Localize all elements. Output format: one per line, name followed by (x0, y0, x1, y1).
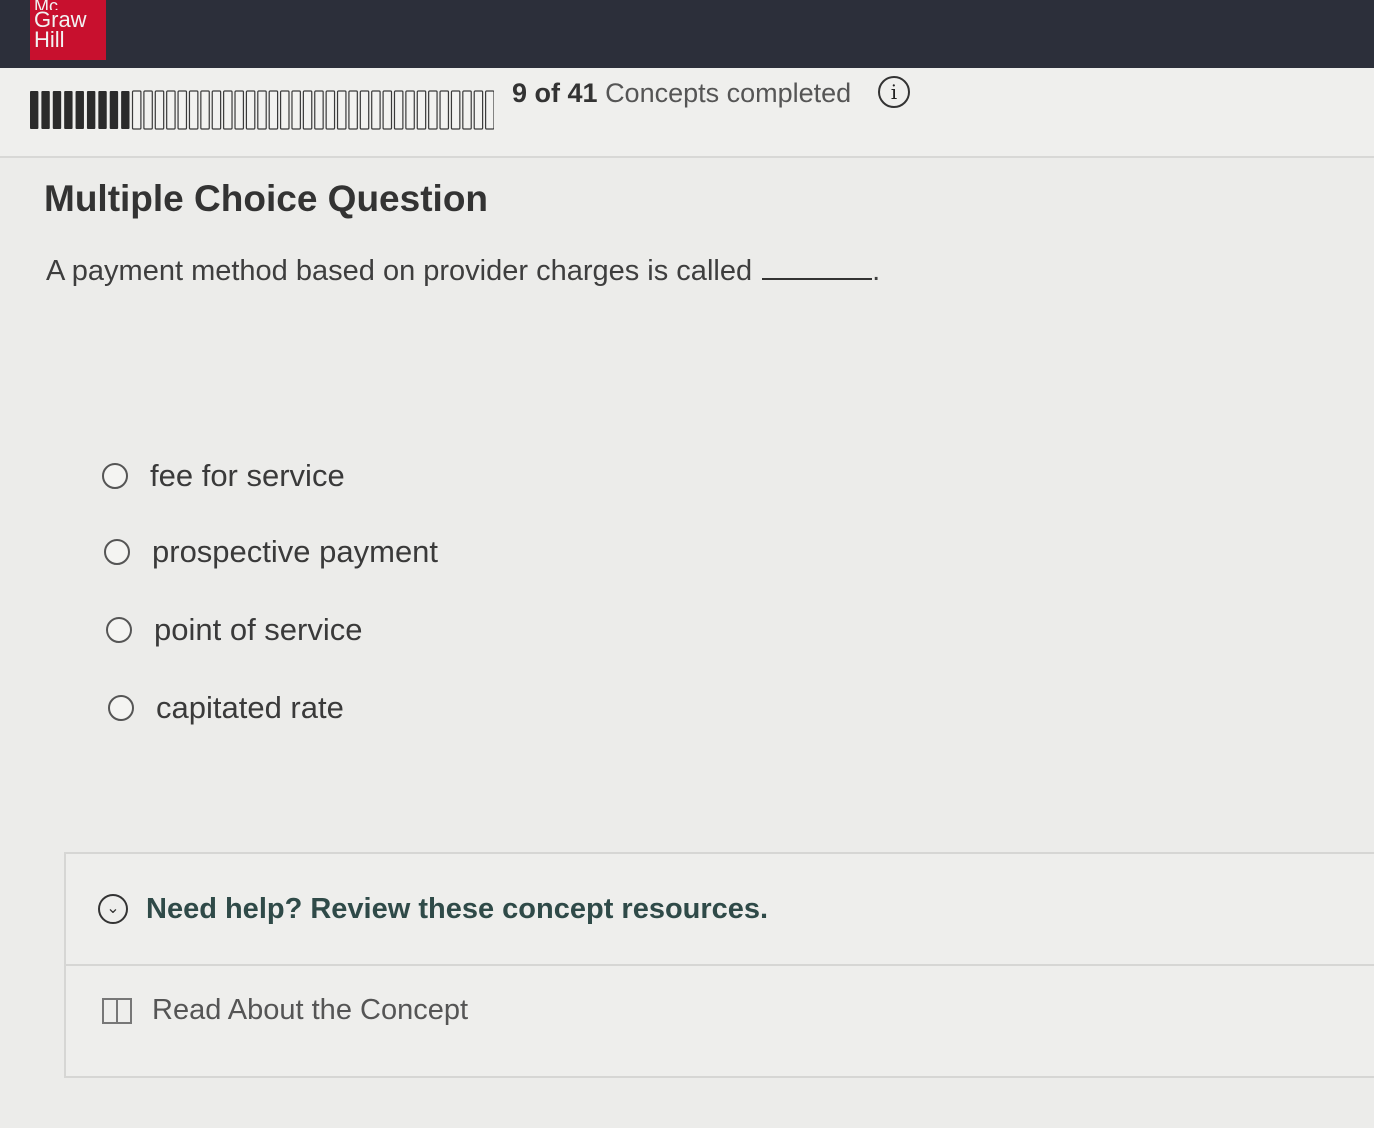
progress-segment-incomplete (314, 90, 324, 130)
logo-line: Hill (34, 27, 65, 52)
progress-segment-incomplete (143, 90, 153, 130)
progress-segment-complete (30, 91, 39, 129)
help-title: Need help? Review these concept resource… (146, 892, 769, 925)
read-about-concept-link[interactable]: Read About the Concept (102, 994, 468, 1027)
help-toggle[interactable]: ⌄ Need help? Review these concept resour… (66, 854, 1374, 966)
progress-segment-incomplete (131, 90, 142, 130)
progress-segment-incomplete (439, 90, 450, 130)
radio-button[interactable] (102, 463, 128, 489)
concepts-progress-bar (30, 90, 494, 130)
progress-segment-incomplete (211, 90, 222, 130)
progress-segment-incomplete (245, 90, 256, 130)
progress-segment-complete (109, 91, 119, 129)
progress-segment-incomplete (485, 90, 494, 130)
option-label: point of service (154, 612, 363, 647)
progress-segments (30, 90, 494, 130)
progress-segment-incomplete (302, 90, 313, 130)
chevron-down-icon[interactable]: ⌄ (98, 894, 128, 924)
progress-segment-incomplete (416, 90, 427, 130)
progress-segment-incomplete (325, 90, 336, 130)
progress-segment-incomplete (268, 90, 279, 130)
progress-count: 9 of 41 (512, 78, 598, 108)
radio-button[interactable] (106, 617, 132, 643)
question-prompt-end: . (872, 255, 881, 287)
answer-option[interactable]: fee for service (102, 458, 345, 494)
progress-segment-incomplete (359, 90, 370, 130)
progress-segment-incomplete (188, 90, 199, 130)
progress-text: 9 of 41 Concepts completed (512, 78, 851, 109)
option-label: fee for service (150, 458, 345, 493)
question-prompt-text: A payment method based on provider charg… (46, 255, 753, 287)
progress-segment-complete (41, 91, 50, 129)
mcgraw-hill-logo[interactable]: Mc Graw Hill (30, 0, 106, 60)
progress-suffix: Concepts completed (605, 78, 852, 108)
progress-segment-complete (52, 91, 62, 129)
option-label: prospective payment (152, 534, 439, 569)
radio-button[interactable] (104, 539, 130, 565)
progress-segment-incomplete (348, 90, 358, 130)
progress-segment-incomplete (405, 90, 415, 130)
question-type-title: Multiple Choice Question (44, 178, 489, 219)
progress-segment-incomplete (166, 90, 176, 130)
progress-segment-incomplete (223, 90, 233, 130)
info-icon[interactable]: i (878, 76, 910, 108)
progress-segment-complete (64, 91, 73, 129)
top-bar: Mc Graw Hill (0, 0, 1374, 68)
progress-segment-incomplete (234, 90, 245, 130)
radio-button[interactable] (108, 695, 134, 721)
progress-segment-complete (98, 91, 107, 129)
progress-segment-incomplete (393, 90, 404, 130)
progress-segment-complete (121, 91, 130, 129)
answer-option[interactable]: point of service (106, 612, 363, 648)
progress-segment-incomplete (279, 90, 290, 130)
answer-option[interactable]: prospective payment (104, 534, 438, 570)
book-icon (102, 997, 132, 1024)
progress-segment-complete (86, 91, 96, 129)
answer-option[interactable]: capitated rate (108, 690, 344, 726)
progress-segment-incomplete (177, 90, 188, 130)
progress-segment-incomplete (257, 90, 267, 130)
progress-segment-incomplete (154, 90, 165, 130)
progress-segment-incomplete (382, 90, 393, 130)
progress-segment-complete (75, 91, 84, 129)
help-resources-panel: ⌄ Need help? Review these concept resour… (64, 852, 1374, 1078)
progress-segment-incomplete (371, 90, 381, 130)
progress-segment-incomplete (462, 90, 472, 130)
progress-row: 9 of 41 Concepts completed i (0, 68, 1374, 158)
progress-segment-incomplete (291, 90, 301, 130)
option-label: capitated rate (156, 690, 344, 725)
resource-label: Read About the Concept (152, 994, 469, 1026)
question-panel: Multiple Choice Question A payment metho… (0, 160, 1374, 1128)
progress-segment-incomplete (200, 90, 210, 130)
progress-segment-incomplete (450, 90, 461, 130)
answer-blank (762, 252, 873, 280)
progress-segment-incomplete (336, 90, 347, 130)
progress-segment-incomplete (473, 90, 484, 130)
question-prompt: A payment method based on provider charg… (46, 252, 880, 288)
progress-segment-incomplete (428, 90, 438, 130)
